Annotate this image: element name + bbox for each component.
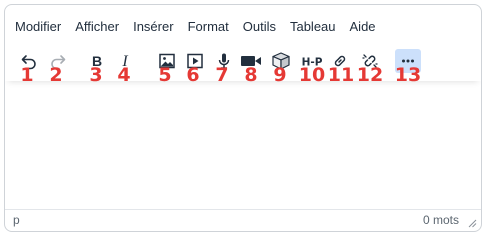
menu-tableau[interactable]: Tableau — [290, 18, 336, 36]
annotation-badge: 3 — [89, 64, 103, 86]
annotation-badge: 13 — [394, 64, 422, 86]
annotation-badge: 12 — [356, 64, 384, 86]
menu-aide[interactable]: Aide — [350, 18, 376, 36]
annotation-badge: 1 — [20, 64, 34, 86]
statusbar: p 0 mots — [5, 209, 481, 231]
annotation-badge: 6 — [186, 64, 200, 86]
menu-format[interactable]: Format — [188, 18, 229, 36]
annotation-badge: 10 — [298, 64, 326, 86]
annotation-badge: 9 — [273, 64, 287, 86]
resize-handle-icon[interactable] — [467, 218, 477, 228]
annotation-badge: 4 — [117, 64, 131, 86]
menu-outils[interactable]: Outils — [243, 18, 276, 36]
annotation-badge: 5 — [158, 64, 172, 86]
menu-modifier[interactable]: Modifier — [15, 18, 61, 36]
annotation-badge: 7 — [215, 64, 229, 86]
text-editor: Modifier Afficher Insérer Format Outils … — [4, 4, 482, 232]
element-path[interactable]: p — [13, 213, 20, 227]
annotation-badge: 2 — [49, 64, 63, 86]
word-count[interactable]: 0 mots — [423, 213, 459, 227]
menu-afficher[interactable]: Afficher — [75, 18, 119, 36]
annotation-badge: 11 — [327, 64, 355, 86]
annotation-badge: 8 — [244, 64, 258, 86]
menu-inserer[interactable]: Insérer — [133, 18, 173, 36]
menubar: Modifier Afficher Insérer Format Outils … — [15, 18, 390, 36]
